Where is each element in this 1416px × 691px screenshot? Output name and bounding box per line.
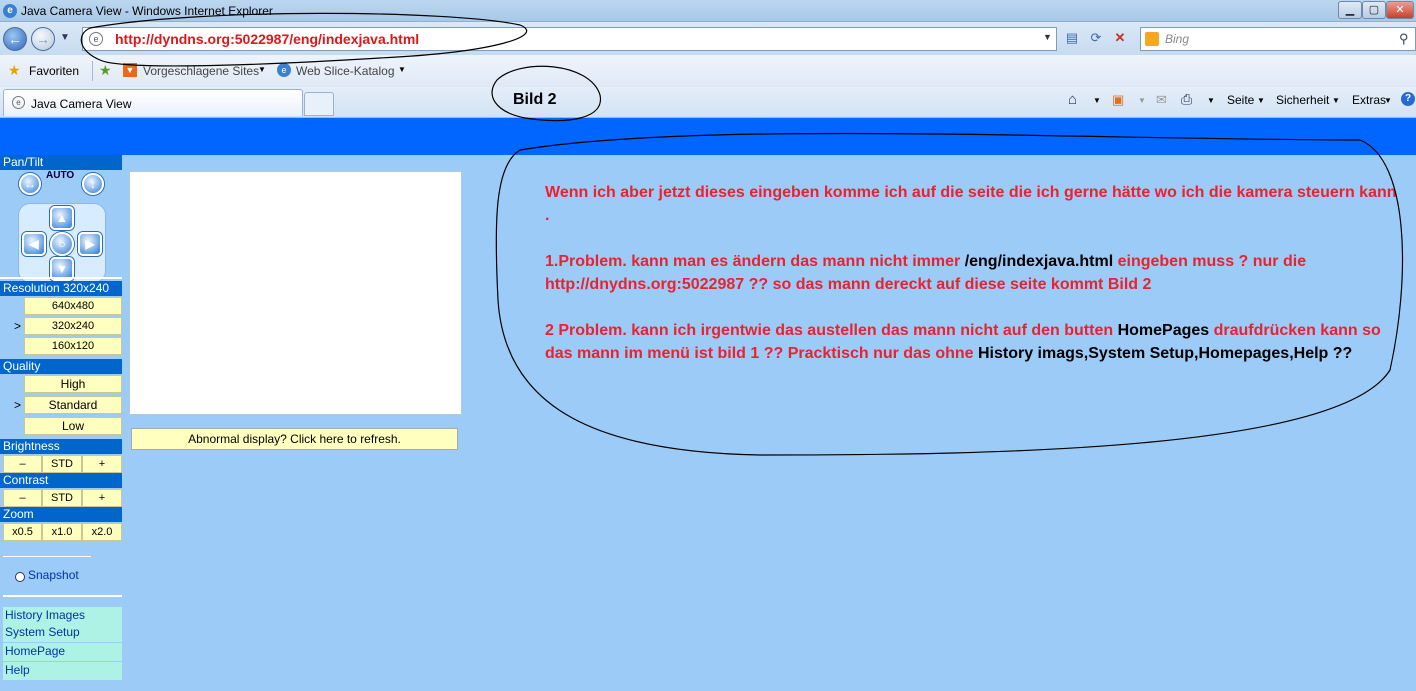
note-circle-scribble xyxy=(495,132,1404,456)
url-circle-scribble xyxy=(80,12,528,67)
bild-circle-scribble xyxy=(491,65,601,122)
annotation-scribbles xyxy=(80,12,1404,456)
